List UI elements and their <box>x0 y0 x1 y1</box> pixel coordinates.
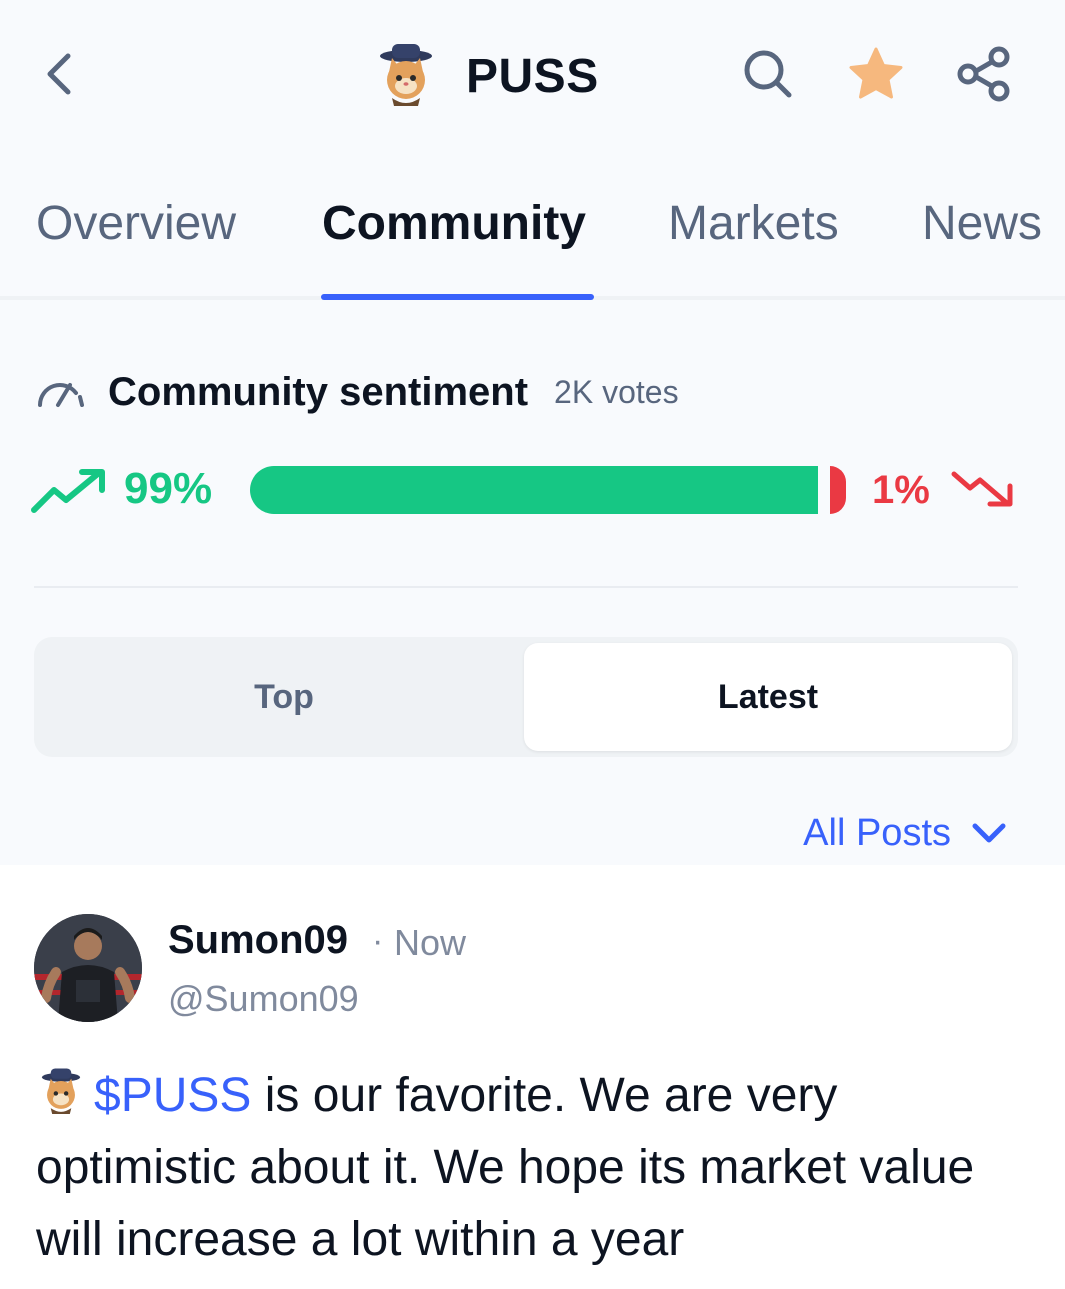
tab-markets[interactable]: Markets <box>668 196 839 251</box>
coin-title: PUSS <box>466 49 599 103</box>
sort-latest-button[interactable]: Latest <box>524 643 1012 751</box>
post-ticker-link[interactable]: $PUSS <box>94 1069 251 1122</box>
share-button[interactable] <box>954 44 1014 104</box>
section-divider <box>34 586 1018 588</box>
meta-separator: · <box>372 922 384 960</box>
post-filter-label: All Posts <box>803 812 951 854</box>
puss-logo-icon <box>41 1068 81 1115</box>
tab-community[interactable]: Community <box>322 196 586 251</box>
post-timestamp: Now <box>394 922 467 963</box>
tab-overview[interactable]: Overview <box>36 196 236 251</box>
chevron-down-icon <box>972 823 1006 842</box>
gauge-icon <box>38 383 84 407</box>
trending-up-icon <box>31 469 105 513</box>
star-icon <box>849 47 903 99</box>
sentiment-title: Community sentiment <box>108 369 529 414</box>
back-button[interactable] <box>38 48 82 100</box>
sentiment-votes: 2K votes <box>554 373 679 410</box>
chevron-left-icon <box>47 53 71 95</box>
bearish-percentage: 1% <box>872 468 930 512</box>
search-icon <box>744 50 792 98</box>
bullish-bar <box>250 466 818 514</box>
bullish-percentage: 99% <box>124 464 213 513</box>
post-body: $PUSS is our favorite. We are very optim… <box>36 1060 1036 1276</box>
post-filter-dropdown[interactable]: All Posts <box>803 812 1007 855</box>
coin-tabs: Overview Community Markets News <box>0 196 1065 300</box>
search-button[interactable] <box>738 44 798 104</box>
post-handle[interactable]: @Sumon09 <box>168 978 359 1020</box>
puss-logo-icon <box>380 44 432 106</box>
sentiment-bar <box>250 466 850 514</box>
post-sort-toggle: Top Latest <box>34 637 1018 757</box>
avatar[interactable] <box>34 914 142 1022</box>
coin-header: PUSS <box>372 40 599 112</box>
share-icon <box>957 46 1010 102</box>
active-tab-indicator <box>321 294 594 300</box>
sentiment-header: Community sentiment 2K votes <box>36 366 679 418</box>
bearish-bar <box>830 466 846 514</box>
trending-down-icon <box>951 471 1013 507</box>
watchlist-star-button[interactable] <box>846 44 906 104</box>
post-username[interactable]: Sumon09 <box>168 918 348 963</box>
user-avatar-image <box>34 914 142 1022</box>
tab-news[interactable]: News <box>922 196 1042 251</box>
sort-top-button[interactable]: Top <box>40 643 528 751</box>
